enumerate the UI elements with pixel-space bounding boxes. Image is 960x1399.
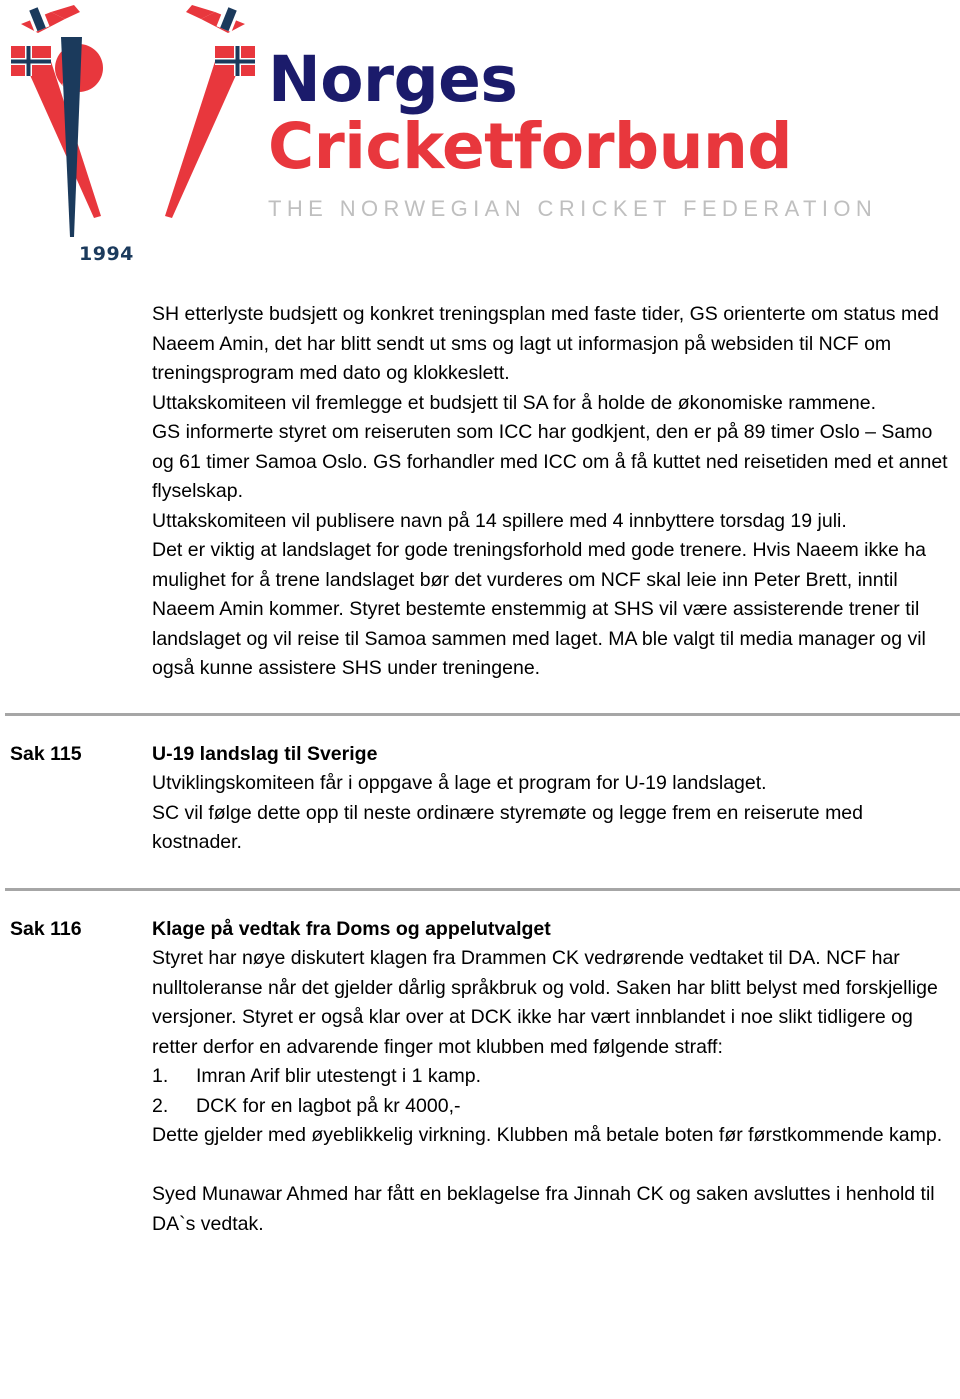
- list-item: 2. DCK for en lagbot på kr 4000,-: [152, 1092, 950, 1122]
- intro-section: SH etterlyste budsjett og konkret trenin…: [0, 300, 960, 684]
- gap-under-divider-116: [0, 891, 960, 915]
- sak-116-paragraph-1: Styret har nøye diskutert klagen fra Dra…: [152, 947, 938, 1058]
- sak-115-paragraph-2: SC vil følge dette opp til neste ordinær…: [152, 801, 863, 854]
- sak-116-penalty-list: 1. Imran Arif blir utestengt i 1 kamp. 2…: [152, 1062, 950, 1121]
- section-sak-116: Sak 116 Klage på vedtak fra Doms og appe…: [0, 915, 960, 1240]
- logo-subtitle: THE NORWEGIAN CRICKET FEDERATION: [268, 196, 878, 221]
- spacer-before-sak-116: [0, 858, 960, 888]
- intro-text-column: SH etterlyste budsjett og konkret trenin…: [152, 300, 960, 684]
- sak-115-heading: U-19 landslag til Sverige: [152, 742, 378, 765]
- sak-115-paragraph-1: Utviklingskomiteen får i oppgave å lage …: [152, 772, 767, 794]
- intro-paragraph-1: SH etterlyste budsjett og konkret trenin…: [152, 303, 939, 384]
- sak-115-text-column: U-19 landslag til Sverige Utviklingskomi…: [152, 740, 960, 858]
- list-item: 1. Imran Arif blir utestengt i 1 kamp.: [152, 1062, 950, 1092]
- intro-paragraph-2: Uttakskomiteen vil fremlegge et budsjett…: [152, 391, 877, 414]
- sak-116-label: Sak 116: [10, 917, 82, 940]
- spacer-before-sak-115: [0, 684, 960, 713]
- intro-paragraph-4: Uttakskomiteen vil publisere navn på 14 …: [152, 509, 847, 532]
- intro-row: SH etterlyste budsjett og konkret trenin…: [0, 300, 960, 684]
- sak-116-row: Sak 116 Klage på vedtak fra Doms og appe…: [0, 915, 960, 1240]
- sak-116-text-column: Klage på vedtak fra Doms og appelutvalge…: [152, 915, 960, 1240]
- list-item-text: Imran Arif blir utestengt i 1 kamp.: [196, 1065, 482, 1087]
- intro-paragraph-5: Det er viktig at landslaget for gode tre…: [152, 539, 926, 679]
- sak-116-closing-paragraph: Syed Munawar Ahmed har fått en beklagels…: [152, 1183, 935, 1235]
- logo-wordmark-line-norges: Norges: [268, 43, 518, 116]
- sak-116-heading: Klage på vedtak fra Doms og appelutvalge…: [152, 917, 551, 940]
- document-body: SH etterlyste budsjett og konkret trenin…: [0, 300, 960, 1239]
- sak-116-paragraph-after-list: Dette gjelder med øyeblikkelig virkning.…: [152, 1124, 943, 1146]
- section-sak-115: Sak 115 U-19 landslag til Sverige Utvikl…: [0, 740, 960, 858]
- sak-116-blank-line: [152, 1151, 950, 1181]
- sak-115-label: Sak 115: [10, 742, 82, 765]
- logo-wordmark: Norges Cricketforbund THE NORWEGIAN CRIC…: [268, 48, 908, 222]
- list-item-text: DCK for en lagbot på kr 4000,-: [196, 1094, 461, 1117]
- list-item-number: 2.: [152, 1094, 169, 1117]
- list-item-number: 1.: [152, 1065, 169, 1087]
- intro-paragraph-3: GS informerte styret om reiseruten som I…: [152, 421, 948, 502]
- logo-wordmark-line-cricketforbund: Cricketforbund: [268, 110, 792, 183]
- logo-year: 1994: [79, 243, 134, 265]
- sak-115-row: Sak 115 U-19 landslag til Sverige Utvikl…: [0, 740, 960, 858]
- gap-under-divider-115: [0, 716, 960, 740]
- page-header: 1994 Norges Cricketforbund THE NORWEGIAN…: [0, 0, 960, 300]
